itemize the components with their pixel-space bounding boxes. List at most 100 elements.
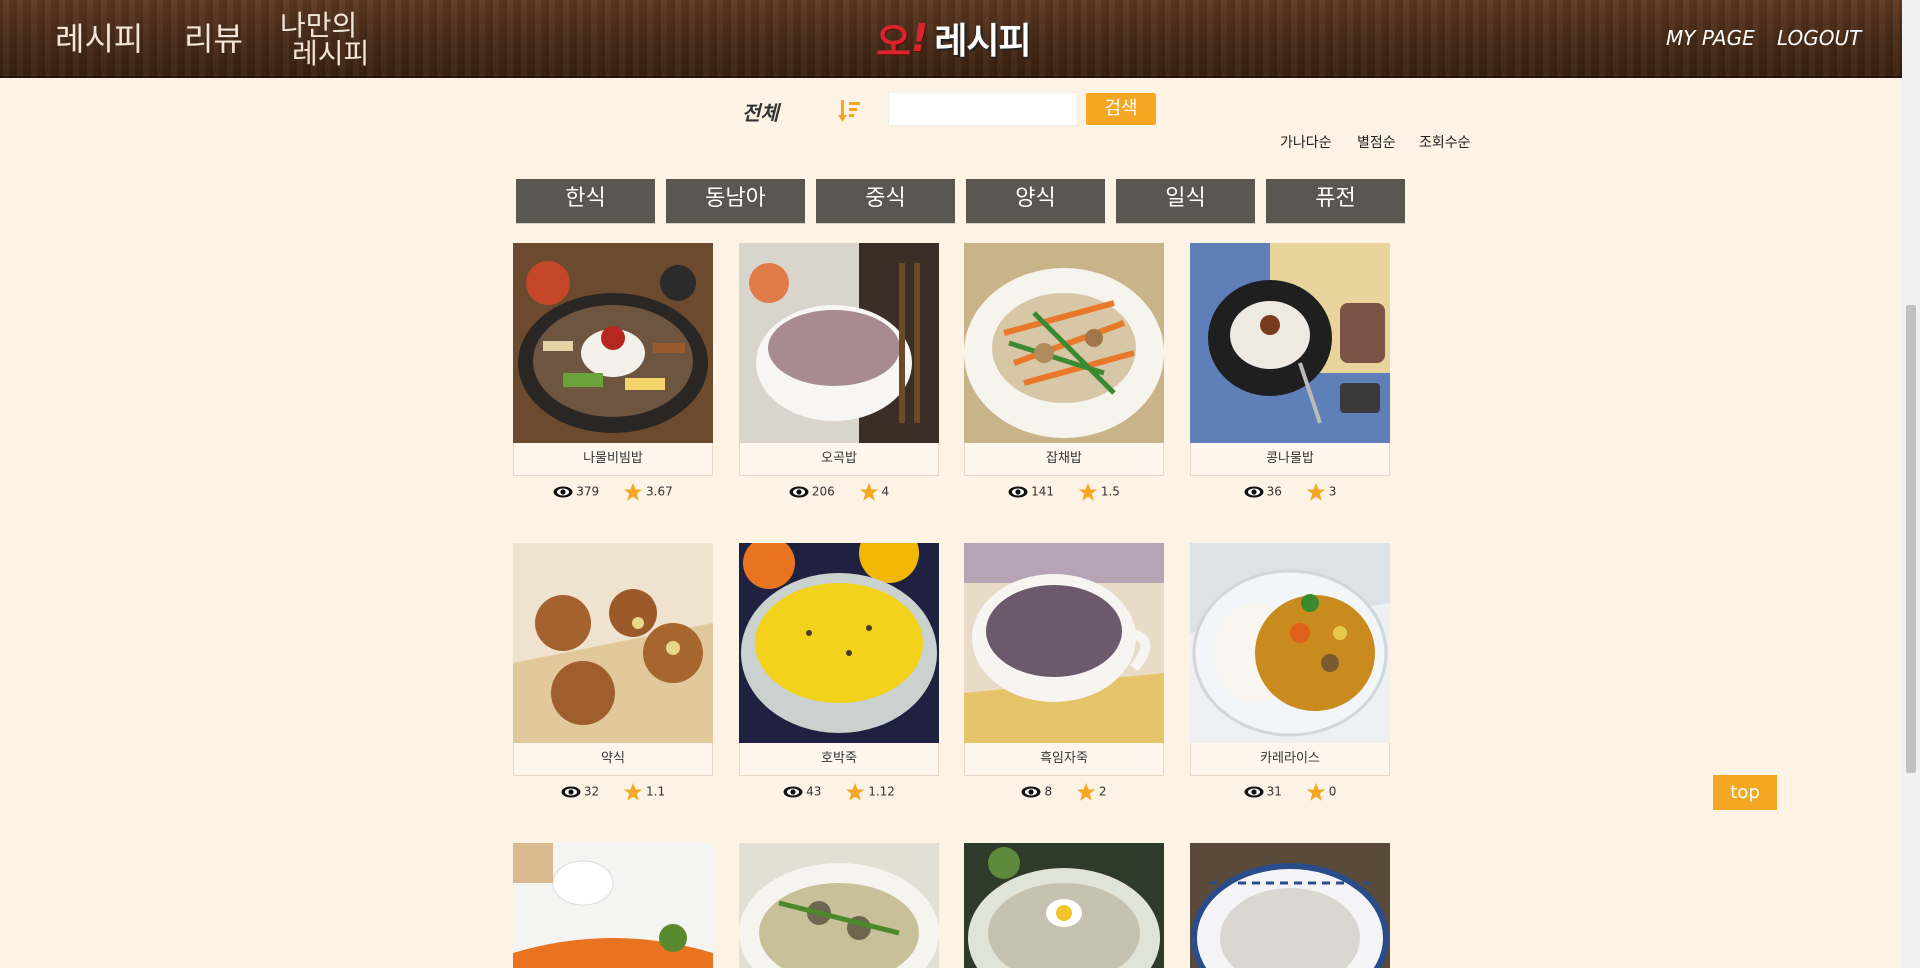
page-scrollbar[interactable] [1902,0,1920,968]
recipe-stats: 31 0 [1190,780,1390,802]
rating-value: 0 [1328,784,1337,799]
view-count: 141 [1031,484,1054,499]
recipe-image-heugimjajuk[interactable] [964,543,1164,743]
category-label[interactable]: 전체 [742,97,779,126]
nav-review-link[interactable]: 리뷰 [184,23,243,55]
scrollbar-thumb[interactable] [1906,305,1916,773]
view-count: 8 [1044,784,1053,799]
rating-value: 3 [1328,484,1337,499]
recipe-name[interactable]: 잡채밥 [964,443,1164,476]
recipe-stats: 43 1.12 [739,780,939,802]
recipe-name[interactable]: 카레라이스 [1190,743,1390,776]
recipe-image-curry-rice[interactable] [1190,543,1390,743]
recipe-card[interactable] [1190,843,1390,968]
rating-value: 2 [1098,784,1107,799]
sort-by-rating[interactable]: 별점순 [1357,132,1396,152]
recipe-card[interactable]: 호박죽 43 1.12 [739,543,939,802]
eye-icon [561,786,581,797]
nav-my-recipe-line1: 나만의 [280,9,358,42]
nav-my-recipe-link[interactable]: 나만의 레시피 [280,12,390,68]
recipe-name[interactable]: 흑임자죽 [964,743,1164,776]
recipe-card[interactable] [513,843,713,968]
recipe-image-naengmyeon[interactable] [964,843,1164,968]
logo-word: 레시피 [934,21,1031,62]
view-count: 379 [576,484,600,499]
tab-southeast-asian[interactable]: 동남아 [666,179,805,223]
star-icon [1306,482,1325,501]
search-input[interactable] [888,92,1078,126]
recipe-card[interactable]: 나물비빔밥 379 3.67 [513,243,713,502]
star-icon [623,482,643,501]
eye-icon [789,486,809,497]
search-button[interactable]: 검색 [1086,93,1156,125]
eye-icon [1244,786,1264,797]
tab-korean[interactable]: 한식 [516,179,655,223]
eye-icon [1021,786,1041,797]
star-icon [1306,782,1325,801]
eye-icon [1008,486,1028,497]
tab-western[interactable]: 양식 [966,179,1105,223]
recipe-image-salad[interactable] [513,843,713,968]
tab-chinese[interactable]: 중식 [816,179,955,223]
sort-icon[interactable] [838,98,862,124]
recipe-image-ogokbap[interactable] [739,243,939,443]
recipe-card[interactable]: 흑임자죽 8 2 [964,543,1164,802]
recipe-stats: 36 3 [1190,480,1390,502]
recipe-card[interactable] [739,843,939,968]
recipe-card[interactable]: 약식 32 1.1 [513,543,713,802]
recipe-card[interactable] [964,843,1164,968]
recipe-card[interactable]: 잡채밥 141 1.5 [964,243,1164,502]
view-count: 32 [583,784,600,799]
view-count: 31 [1266,784,1282,799]
mypage-link[interactable]: MY PAGE [1666,26,1755,50]
nav-recipe-link[interactable]: 레시피 [55,23,143,55]
eye-icon [783,786,803,797]
recipe-stats: 206 4 [739,480,939,502]
star-icon [859,482,878,501]
recipe-name[interactable]: 호박죽 [739,743,939,776]
view-count: 206 [811,484,835,499]
nav-my-recipe-line2: 레시피 [292,37,370,70]
star-icon [1078,482,1097,501]
recipe-image-bibimbap[interactable] [513,243,713,443]
recipe-image-japchaebap[interactable] [964,243,1164,443]
recipe-stats: 379 3.67 [513,480,713,502]
tab-japanese[interactable]: 일식 [1116,179,1255,223]
rating-value: 3.67 [646,484,673,499]
recipe-image-clam-noodles[interactable] [739,843,939,968]
site-logo[interactable]: 오 ! 레시피 [876,14,1032,64]
recipe-image-hobakjuk[interactable] [739,543,939,743]
scroll-top-button[interactable]: top [1713,775,1777,810]
recipe-image-kongnamulbap[interactable] [1190,243,1390,443]
recipe-stats: 141 1.5 [964,480,1164,502]
logo-exclaim: ! [910,16,929,60]
recipe-stats: 8 2 [964,780,1164,802]
sort-by-views[interactable]: 조회수순 [1419,132,1471,152]
star-icon [846,782,865,801]
recipe-stats: 32 1.1 [513,780,713,802]
recipe-card[interactable]: 콩나물밥 36 3 [1190,243,1390,502]
recipe-name[interactable]: 콩나물밥 [1190,443,1390,476]
eye-icon [1244,486,1264,497]
view-count: 43 [806,784,822,799]
view-count: 36 [1266,484,1282,499]
rating-value: 1.5 [1100,484,1120,499]
logo-o: 오 [876,19,911,64]
star-icon [1076,782,1096,801]
recipe-name[interactable]: 약식 [513,743,713,776]
sort-by-name[interactable]: 가나다순 [1280,132,1332,152]
recipe-card[interactable]: 카레라이스 31 0 [1190,543,1390,802]
recipe-name[interactable]: 오곡밥 [739,443,939,476]
rating-value: 1.1 [646,784,666,799]
rating-value: 1.12 [868,784,895,799]
tab-fusion[interactable]: 퓨전 [1266,179,1405,223]
recipe-name[interactable]: 나물비빔밥 [513,443,713,476]
eye-icon [553,486,573,497]
recipe-image-soup[interactable] [1190,843,1390,968]
recipe-image-yaksik[interactable] [513,543,713,743]
recipe-card[interactable]: 오곡밥 206 4 [739,243,939,502]
logout-link[interactable]: LOGOUT [1777,26,1861,50]
star-icon [623,782,643,801]
header-bar: 레시피 리뷰 나만의 레시피 오 ! 레시피 MY PAGE LOGOUT [0,0,1902,78]
rating-value: 4 [881,484,890,499]
